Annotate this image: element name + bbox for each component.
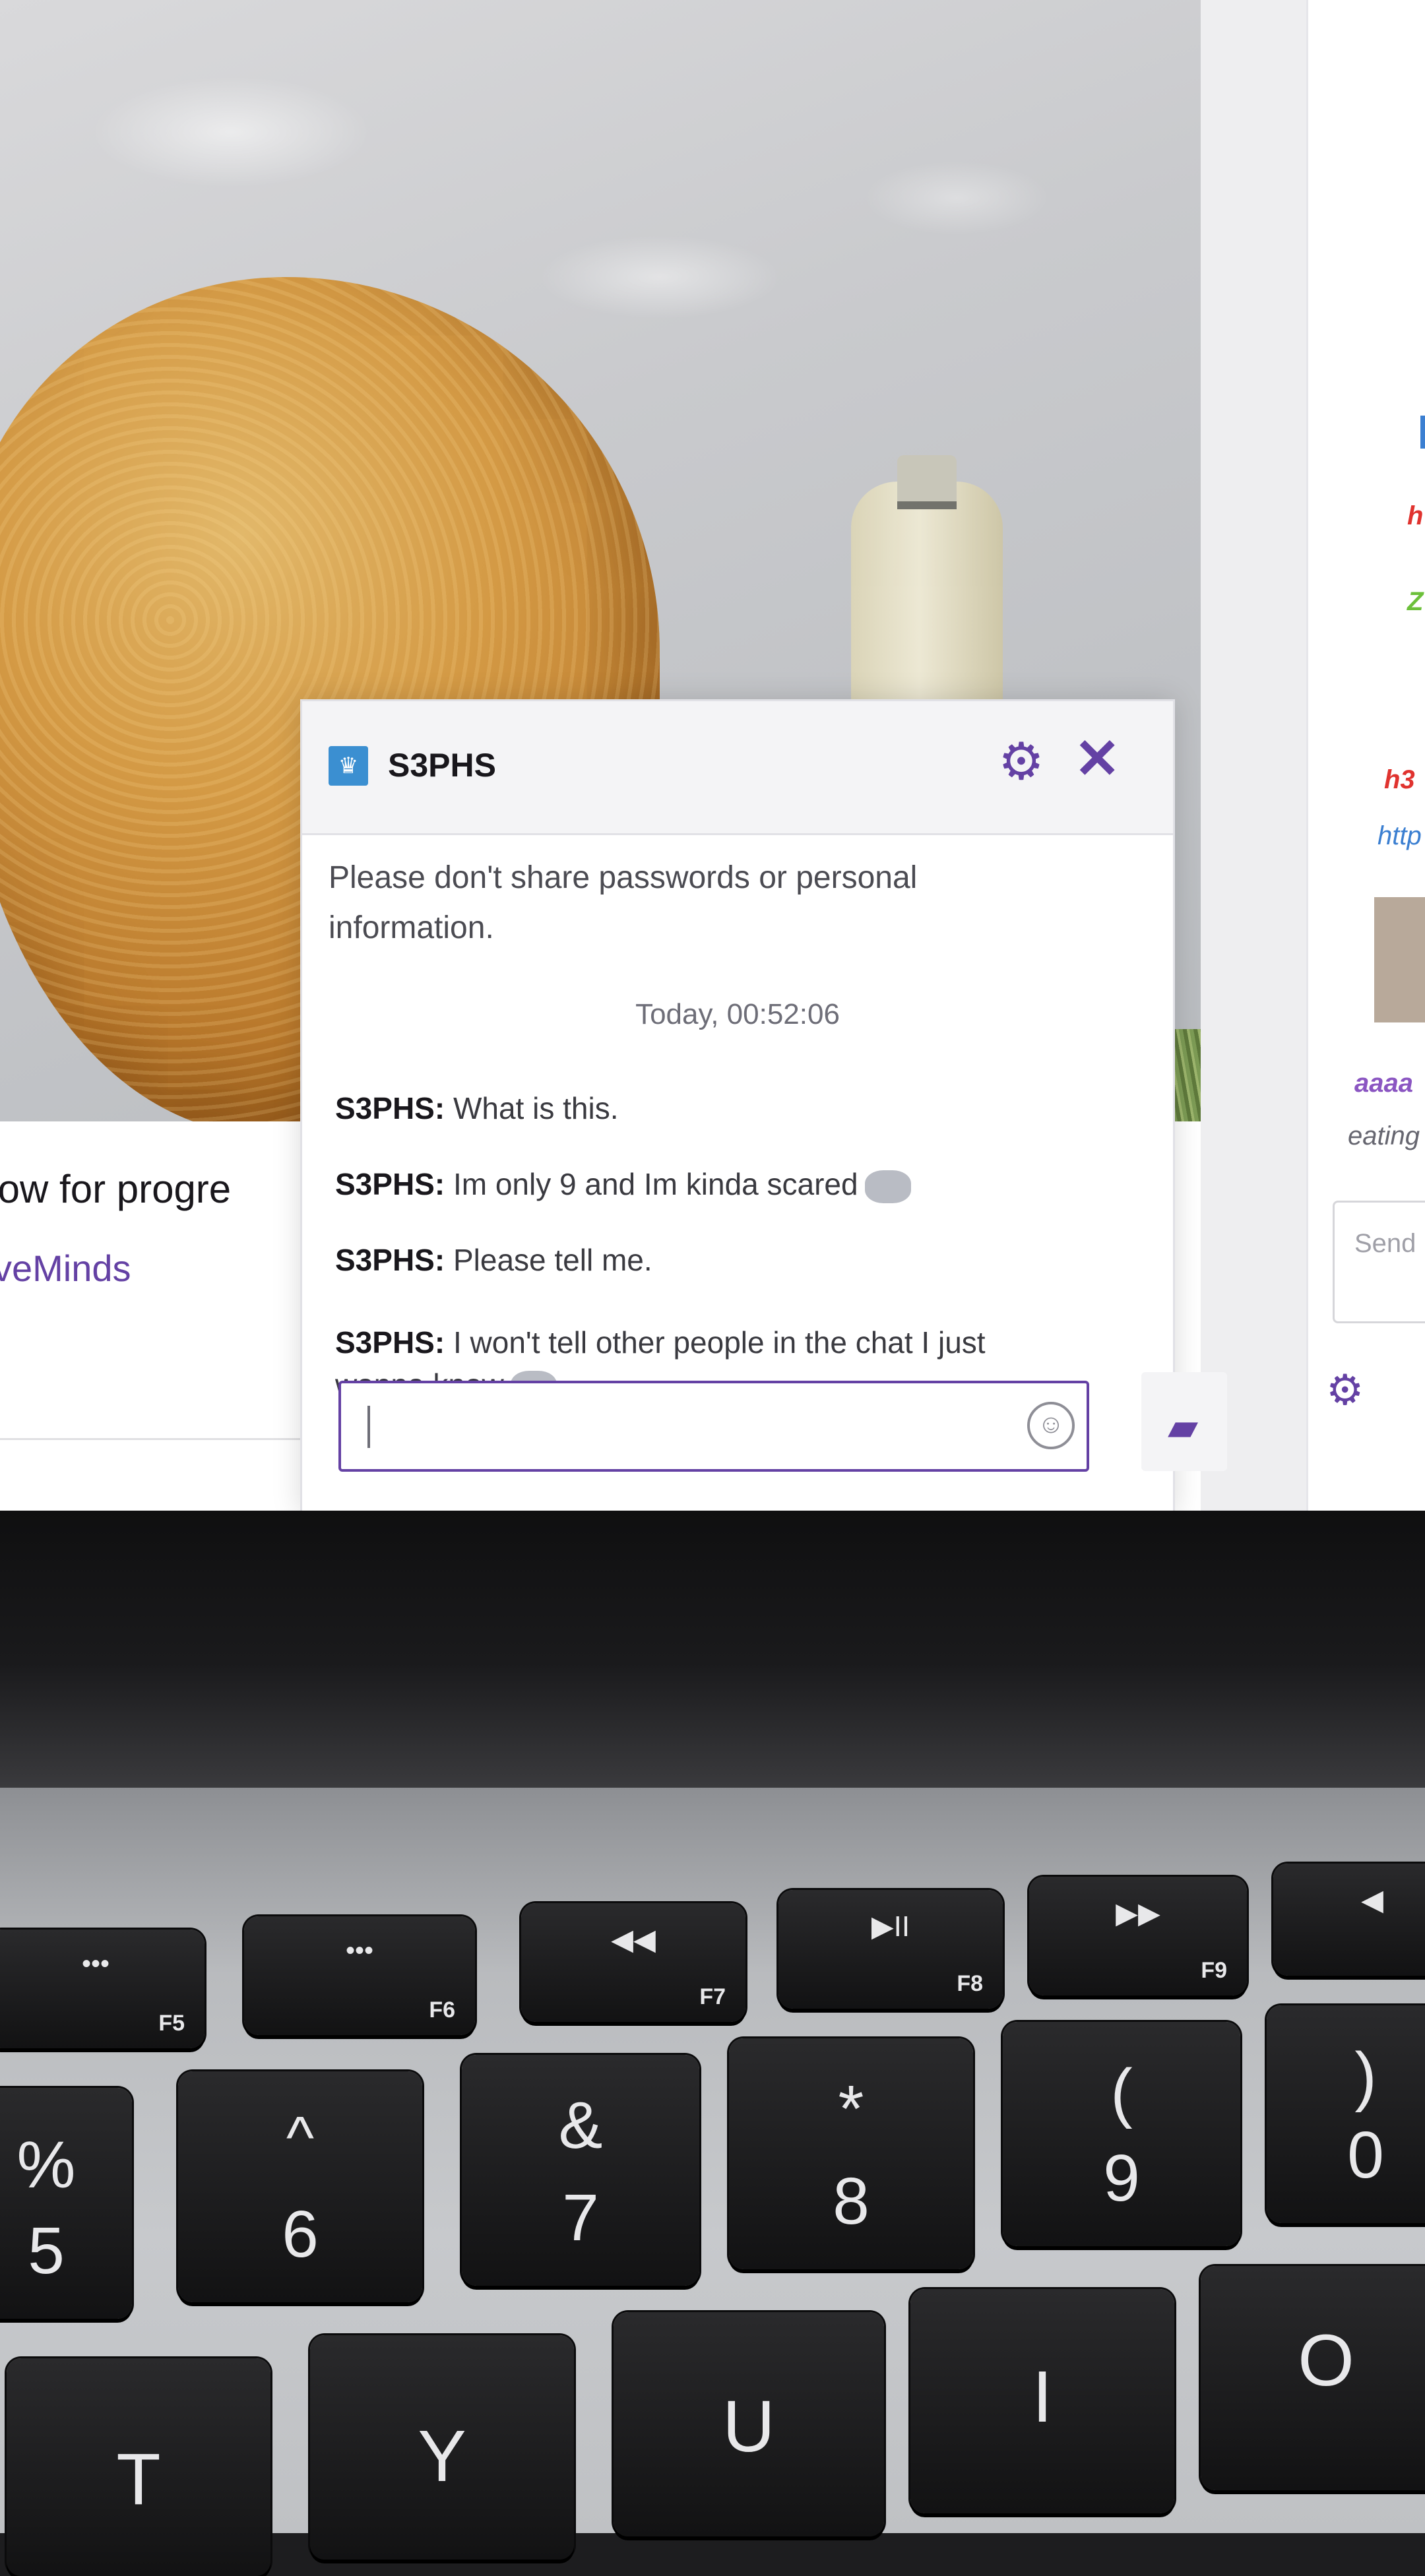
timestamp: Today, 00:52:06 [635, 998, 840, 1030]
message-author[interactable]: S3PHS [335, 1167, 435, 1201]
message-author[interactable]: S3PHS [335, 1243, 435, 1277]
list-item: S3PHS: What is this. [335, 1091, 619, 1125]
divider [0, 1438, 310, 1440]
privacy-notice: Please don't share passwords or personal… [329, 860, 918, 945]
message-text: Please tell me. [453, 1243, 652, 1277]
gear-icon[interactable]: ⚙ [1326, 1366, 1364, 1415]
key-digit: 8 [833, 2164, 870, 2238]
message-text: What is this. [453, 1091, 619, 1125]
channel-link[interactable]: veMinds [0, 1247, 131, 1290]
key-symbol: * [838, 2072, 864, 2146]
brightness-down-icon: ••• [81, 1949, 110, 1978]
stream-chat-input[interactable]: Send [1333, 1201, 1425, 1323]
key-i[interactable]: I [910, 2289, 1174, 2513]
stream-chat-placeholder: Send [1354, 1229, 1416, 1258]
key-y[interactable]: Y [310, 2335, 574, 2560]
chat-message: h [1407, 501, 1424, 530]
key-f6[interactable]: ••• F6 [244, 1916, 475, 2035]
key-9[interactable]: ( 9 [1003, 2022, 1240, 2246]
close-icon[interactable]: ✕ [1074, 731, 1120, 786]
key-letter: U [722, 2386, 775, 2467]
key-7[interactable]: & 7 [462, 2055, 699, 2286]
key-label: F8 [957, 1971, 983, 1996]
whisper-header[interactable]: ♛ S3PHS ⚙ ✕ [302, 701, 1173, 835]
key-digit: 9 [1103, 2141, 1140, 2215]
gear-icon[interactable]: ⚙ [998, 736, 1044, 787]
key-f9[interactable]: ▶▶ F9 [1029, 1877, 1247, 1995]
key-digit: 0 [1347, 2118, 1384, 2192]
key-label: F6 [429, 1997, 455, 2023]
key-letter: O [1298, 2320, 1354, 2401]
send-button[interactable]: ▰ [1141, 1372, 1227, 1471]
chat-message: eating [1348, 1121, 1420, 1150]
key-5[interactable]: % 5 [0, 2088, 132, 2319]
crown-icon: ♛ [329, 746, 368, 786]
chat-message: Z [1407, 587, 1424, 616]
message-author[interactable]: S3PHS [335, 1091, 435, 1125]
key-letter: I [1032, 2356, 1053, 2437]
key-6[interactable]: ^ 6 [178, 2071, 422, 2302]
laptop-bezel [0, 1511, 1425, 1788]
key-t[interactable]: T [7, 2358, 270, 2576]
key-symbol: ^ [286, 2105, 315, 2171]
message-text: Im only 9 and Im kinda scared [453, 1167, 858, 1201]
key-letter: T [116, 2439, 161, 2520]
key-f10[interactable]: ◀ [1273, 1864, 1425, 1976]
chat-bubble-icon: ▰ [1168, 1404, 1199, 1449]
fast-forward-icon: ▶▶ [1116, 1897, 1160, 1930]
chat-image-thumbnail [1374, 897, 1425, 1022]
key-symbol: % [16, 2128, 76, 2202]
key-symbol: ( [1110, 2056, 1133, 2129]
key-letter: Y [418, 2416, 466, 2497]
chat-message: aaaa [1354, 1069, 1413, 1098]
key-digit: 5 [28, 2214, 65, 2288]
chat-color-bar [1420, 416, 1425, 449]
rewind-icon: ◀◀ [611, 1924, 656, 1956]
key-symbol: ) [1354, 2039, 1377, 2113]
key-label: F5 [158, 2011, 185, 2036]
chat-message: h3 [1384, 765, 1415, 794]
text-caret [367, 1406, 370, 1448]
key-u[interactable]: U [614, 2312, 884, 2536]
play-pause-icon: ▶II [871, 1910, 910, 1943]
key-o[interactable]: O [1201, 2266, 1425, 2490]
key-f5[interactable]: ••• F5 [0, 1930, 205, 2048]
list-item: S3PHS: Please tell me. [335, 1243, 652, 1277]
key-0[interactable]: ) 0 [1267, 2005, 1425, 2223]
mute-icon: ◀ [1361, 1884, 1383, 1916]
emote-icon [864, 1170, 911, 1203]
key-symbol: & [558, 2089, 603, 2162]
key-label: F9 [1201, 1958, 1227, 1983]
follow-prompt-text: llow for progre [0, 1167, 232, 1211]
key-label: F7 [699, 1984, 726, 2009]
laptop-screen: llow for progre veMinds h Z h3 http aaaa… [0, 0, 1425, 1511]
key-f7[interactable]: ◀◀ F7 [521, 1903, 745, 2022]
chat-message: http [1378, 821, 1422, 850]
key-digit: 7 [562, 2181, 599, 2255]
whisper-username[interactable]: S3PHS [388, 746, 496, 784]
key-digit: 6 [282, 2197, 319, 2271]
key-8[interactable]: * 8 [729, 2038, 973, 2269]
brightness-up-icon: ••• [345, 1936, 373, 1965]
whisper-input[interactable]: ☺ [338, 1381, 1089, 1472]
list-item: S3PHS: Im only 9 and Im kinda scared [335, 1166, 911, 1203]
key-f8[interactable]: ▶II F8 [778, 1890, 1003, 2009]
message-author[interactable]: S3PHS [335, 1325, 435, 1360]
whisper-window: ♛ S3PHS ⚙ ✕ Please don't share passwords… [300, 699, 1175, 1511]
emoji-icon[interactable]: ☺ [1027, 1402, 1075, 1449]
